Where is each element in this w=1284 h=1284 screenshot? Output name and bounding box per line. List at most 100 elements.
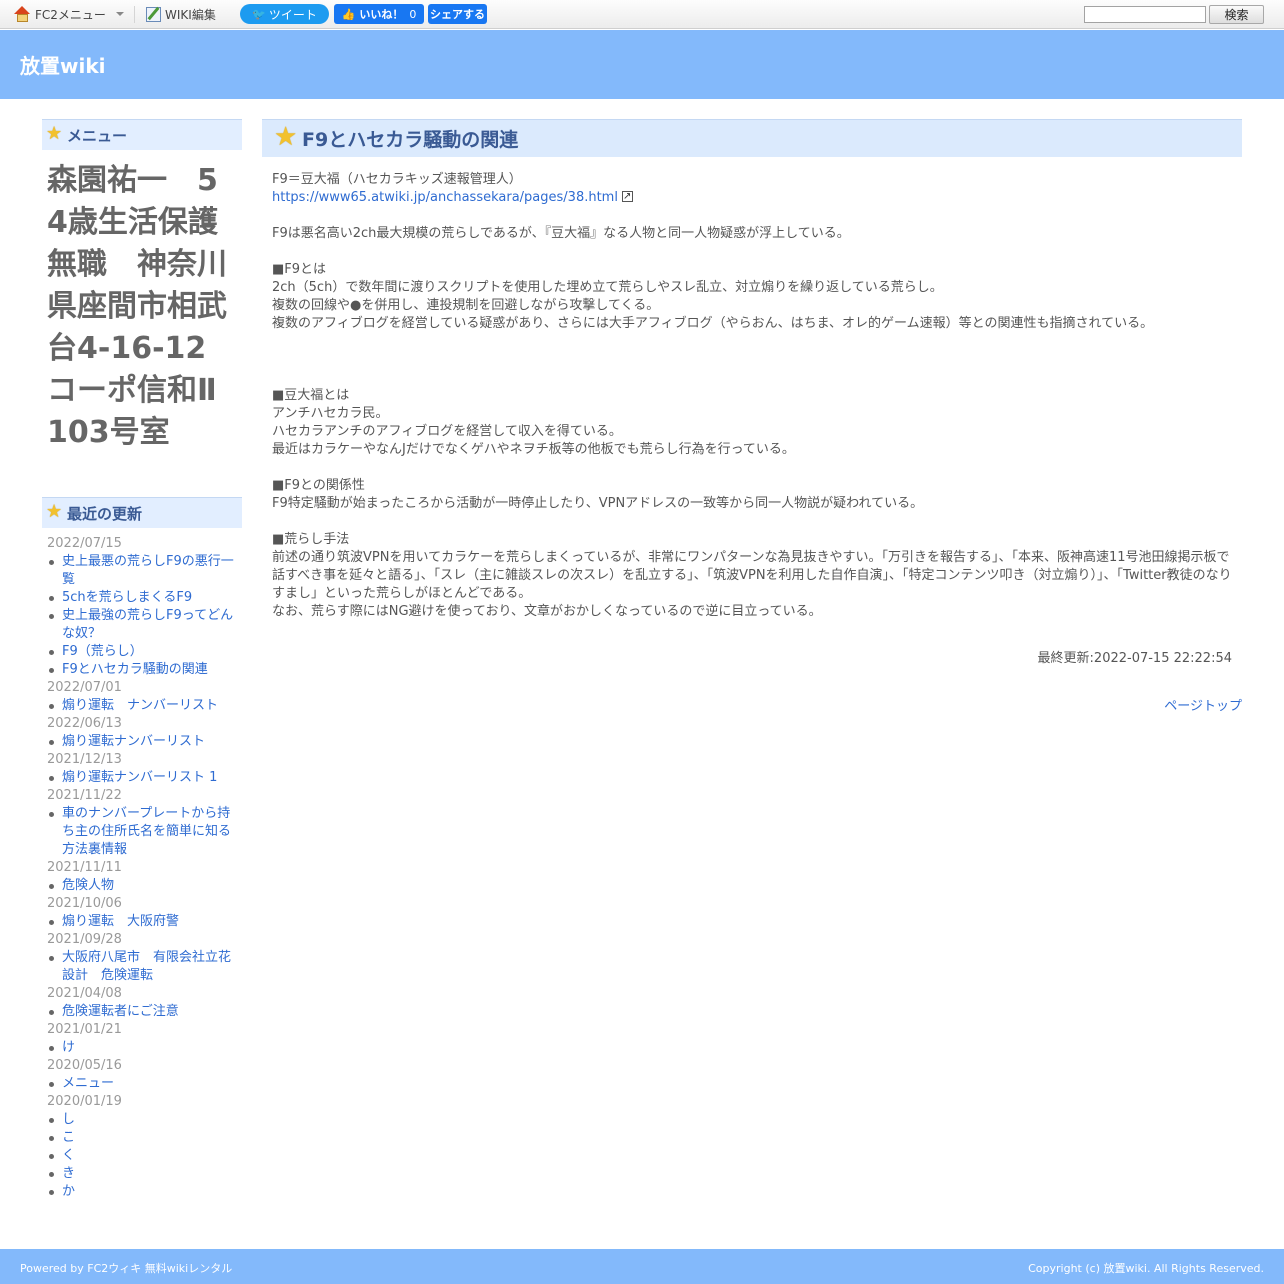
article-line: ■F9とは — [272, 262, 327, 277]
recent-date: 2021/11/11 — [47, 860, 122, 875]
recent-item-link[interactable]: き — [47, 1165, 242, 1183]
recent-item-link[interactable]: 5chを荒らしまくるF9 — [47, 589, 242, 607]
recent-date: 2021/04/08 — [47, 986, 122, 1001]
recent-date: 2021/09/28 — [47, 932, 122, 947]
recent-date: 2021/10/06 — [47, 896, 122, 911]
footer: Powered by FC2ウィキ 無料wikiレンタル Copyright (… — [0, 1249, 1284, 1284]
recent-item-link[interactable]: 大阪府八尾市 有限会社立花設計 危険運転 — [47, 949, 242, 985]
article-line: ■F9との関係性 — [272, 478, 365, 493]
recent-item-link[interactable]: し — [47, 1111, 242, 1129]
star-icon — [46, 124, 63, 144]
article-line: ハセカラアンチのアフィブログを経営して収入を得ている。 — [272, 424, 622, 439]
fc2-menu-label: FC2メニュー — [35, 7, 106, 22]
external-link[interactable]: https://www65.atwiki.jp/anchassekara/pag… — [272, 190, 618, 205]
chevron-down-icon — [115, 12, 124, 16]
recent-date: 2022/07/01 — [47, 680, 122, 695]
recent-item-link[interactable]: 煽り運転ナンバーリスト — [47, 733, 242, 751]
edit-icon — [146, 6, 161, 22]
recent-item-link[interactable]: 車のナンバープレートから持ち主の住所氏名を簡単に知る方法裏情報 — [47, 805, 242, 859]
footer-copyright: Copyright (c) 放置wiki. All Rights Reserve… — [1028, 1262, 1264, 1275]
article-line — [272, 207, 1232, 225]
article-line: ■豆大福とは — [272, 388, 350, 403]
top-toolbar: FC2メニュー WIKI編集 🐦 ツイート 👍 いいね！ 0 シェアする 検索 — [0, 0, 1284, 29]
recent-item-link[interactable]: 煽り運転 ナンバーリスト — [47, 697, 242, 715]
like-count: 0 — [409, 7, 417, 21]
like-label: いいね！ — [359, 8, 404, 21]
menu-body: 森園祐一 54歳生活保護無職 神奈川県座間市相武台4-16-12 コーポ信和Ⅱ1… — [42, 150, 242, 497]
external-link-icon — [621, 188, 633, 206]
recent-item-link[interactable]: く — [47, 1147, 242, 1165]
article-body: F9＝豆大福（ハセカラキッズ速報管理人） https://www65.atwiki… — [262, 157, 1242, 621]
article-line: なお、荒らす際にはNG避けを使っており、文章がおかしくなっているので逆に目立って… — [272, 604, 822, 619]
article-line: F9は悪名高い2ch最大規模の荒らしであるが、『豆大福』なる人物と同一人物疑惑が… — [272, 226, 850, 241]
star-icon — [46, 502, 63, 522]
article-line — [272, 333, 1232, 351]
article-line — [272, 369, 1232, 387]
article-line: 前述の通り筑波VPNを用いてカラケーを荒らしまくっているが、非常にワンパターンな… — [272, 550, 1232, 601]
article-line: アンチハセカラ民。 — [272, 406, 389, 421]
recent-date: 2021/11/22 — [47, 788, 122, 803]
recent-updates: 最近の更新 2022/07/15 史上最悪の荒らしF9の悪行一覧5chを荒らしまく… — [42, 497, 242, 1201]
home-icon — [14, 6, 31, 22]
article-line — [272, 351, 1232, 369]
recent-item-link[interactable]: こ — [47, 1129, 242, 1147]
recent-date: 2021/12/13 — [47, 752, 122, 767]
article-line: F9＝豆大福（ハセカラキッズ速報管理人） — [272, 172, 522, 187]
recent-date: 2022/06/13 — [47, 716, 122, 731]
wiki-edit-button[interactable]: WIKI編集 — [146, 0, 216, 28]
recent-item-link[interactable]: F9（荒らし） — [47, 643, 242, 661]
article-line: F9特定騒動が始まったころから活動が一時停止したり、VPNアドレスの一致等から同… — [272, 496, 924, 511]
article-line: 2ch（5ch）で数年間に渡りスクリプトを使用した埋め立て荒らしやスレ乱立、対立… — [272, 280, 943, 295]
main-content: F9とハセカラ騒動の関連 F9＝豆大福（ハセカラキッズ速報管理人） https:/… — [262, 119, 1242, 714]
article-line: ■荒らし手法 — [272, 532, 350, 547]
article-line: https://www65.atwiki.jp/anchassekara/pag… — [272, 188, 1232, 207]
recent-item-link[interactable]: 煽り運転ナンバーリスト 1 — [47, 769, 242, 787]
toolbar-divider — [134, 6, 135, 23]
site-header: 放置wiki — [0, 30, 1284, 99]
recent-item-link[interactable]: メニュー — [47, 1075, 242, 1093]
twitter-bird-icon: 🐦 — [252, 7, 266, 21]
wiki-edit-label: WIKI編集 — [165, 7, 216, 22]
page-heading: F9とハセカラ騒動の関連 — [262, 119, 1242, 157]
recent-item-link[interactable]: 危険人物 — [47, 877, 242, 895]
menu-heading-label: メニュー — [67, 126, 128, 145]
recent-item-link[interactable]: F9とハセカラ騒動の関連 — [47, 661, 242, 679]
recent-date: 2021/01/21 — [47, 1022, 122, 1037]
share-button[interactable]: シェアする — [428, 4, 487, 24]
search-button[interactable]: 検索 — [1209, 5, 1264, 24]
star-icon — [274, 123, 298, 151]
tweet-button[interactable]: 🐦 ツイート — [240, 4, 329, 24]
search-input[interactable] — [1084, 6, 1206, 23]
recent-date: 2022/07/15 — [47, 536, 122, 551]
footer-powered-by[interactable]: Powered by FC2ウィキ 無料wikiレンタル — [20, 1260, 232, 1276]
recent-item-link[interactable]: け — [47, 1039, 242, 1057]
like-button[interactable]: 👍 いいね！ 0 — [334, 4, 424, 24]
recent-item-link[interactable]: 煽り運転 大阪府警 — [47, 913, 242, 931]
thumbs-up-icon: 👍 — [341, 7, 356, 21]
tweet-label: ツイート — [268, 7, 317, 22]
share-label: シェアする — [430, 8, 485, 21]
recent-item-link[interactable]: 危険運転者にご注意 — [47, 1003, 242, 1021]
page-top-link[interactable]: ページトップ — [1164, 695, 1242, 714]
article-line — [272, 243, 1232, 261]
recent-item-link[interactable]: 史上最悪の荒らしF9の悪行一覧 — [47, 553, 242, 589]
page-title: F9とハセカラ騒動の関連 — [302, 129, 519, 151]
recent-list: 2022/07/15 史上最悪の荒らしF9の悪行一覧 5chを荒らしまくるF9 史上最… — [42, 535, 242, 1201]
article-line: 複数の回線や●を併用し、連投規制を回避しながら攻撃してくる。 — [272, 298, 660, 313]
menu-text: 森園祐一 54歳生活保護無職 神奈川県座間市相武台4-16-12 コーポ信和Ⅱ1… — [47, 163, 237, 450]
recent-item-link[interactable]: か — [47, 1183, 242, 1201]
article-line — [272, 513, 1232, 531]
article-line — [272, 459, 1232, 477]
recent-heading-label: 最近の更新 — [67, 504, 143, 523]
menu-heading: メニュー — [42, 119, 242, 150]
site-title[interactable]: 放置wiki — [20, 50, 106, 79]
sidebar: メニュー 森園祐一 54歳生活保護無職 神奈川県座間市相武台4-16-12 コー… — [42, 119, 242, 1201]
article-line: 複数のアフィブログを経営している疑惑があり、さらには大手アフィブログ（やらおん、… — [272, 316, 1154, 331]
recent-date: 2020/01/19 — [47, 1094, 122, 1109]
recent-date: 2020/05/16 — [47, 1058, 122, 1073]
fc2-menu-button[interactable]: FC2メニュー — [14, 0, 124, 28]
recent-item-link[interactable]: 史上最強の荒らしF9ってどんな奴？ — [47, 607, 242, 643]
article-line: 最近はカラケーやなんJだけでなくゲハやネヲチ板等の他板でも荒らし行為を行っている… — [272, 442, 795, 457]
last-updated: 最終更新:2022-07-15 22:22:54 — [1037, 651, 1232, 666]
recent-heading: 最近の更新 — [42, 497, 242, 528]
